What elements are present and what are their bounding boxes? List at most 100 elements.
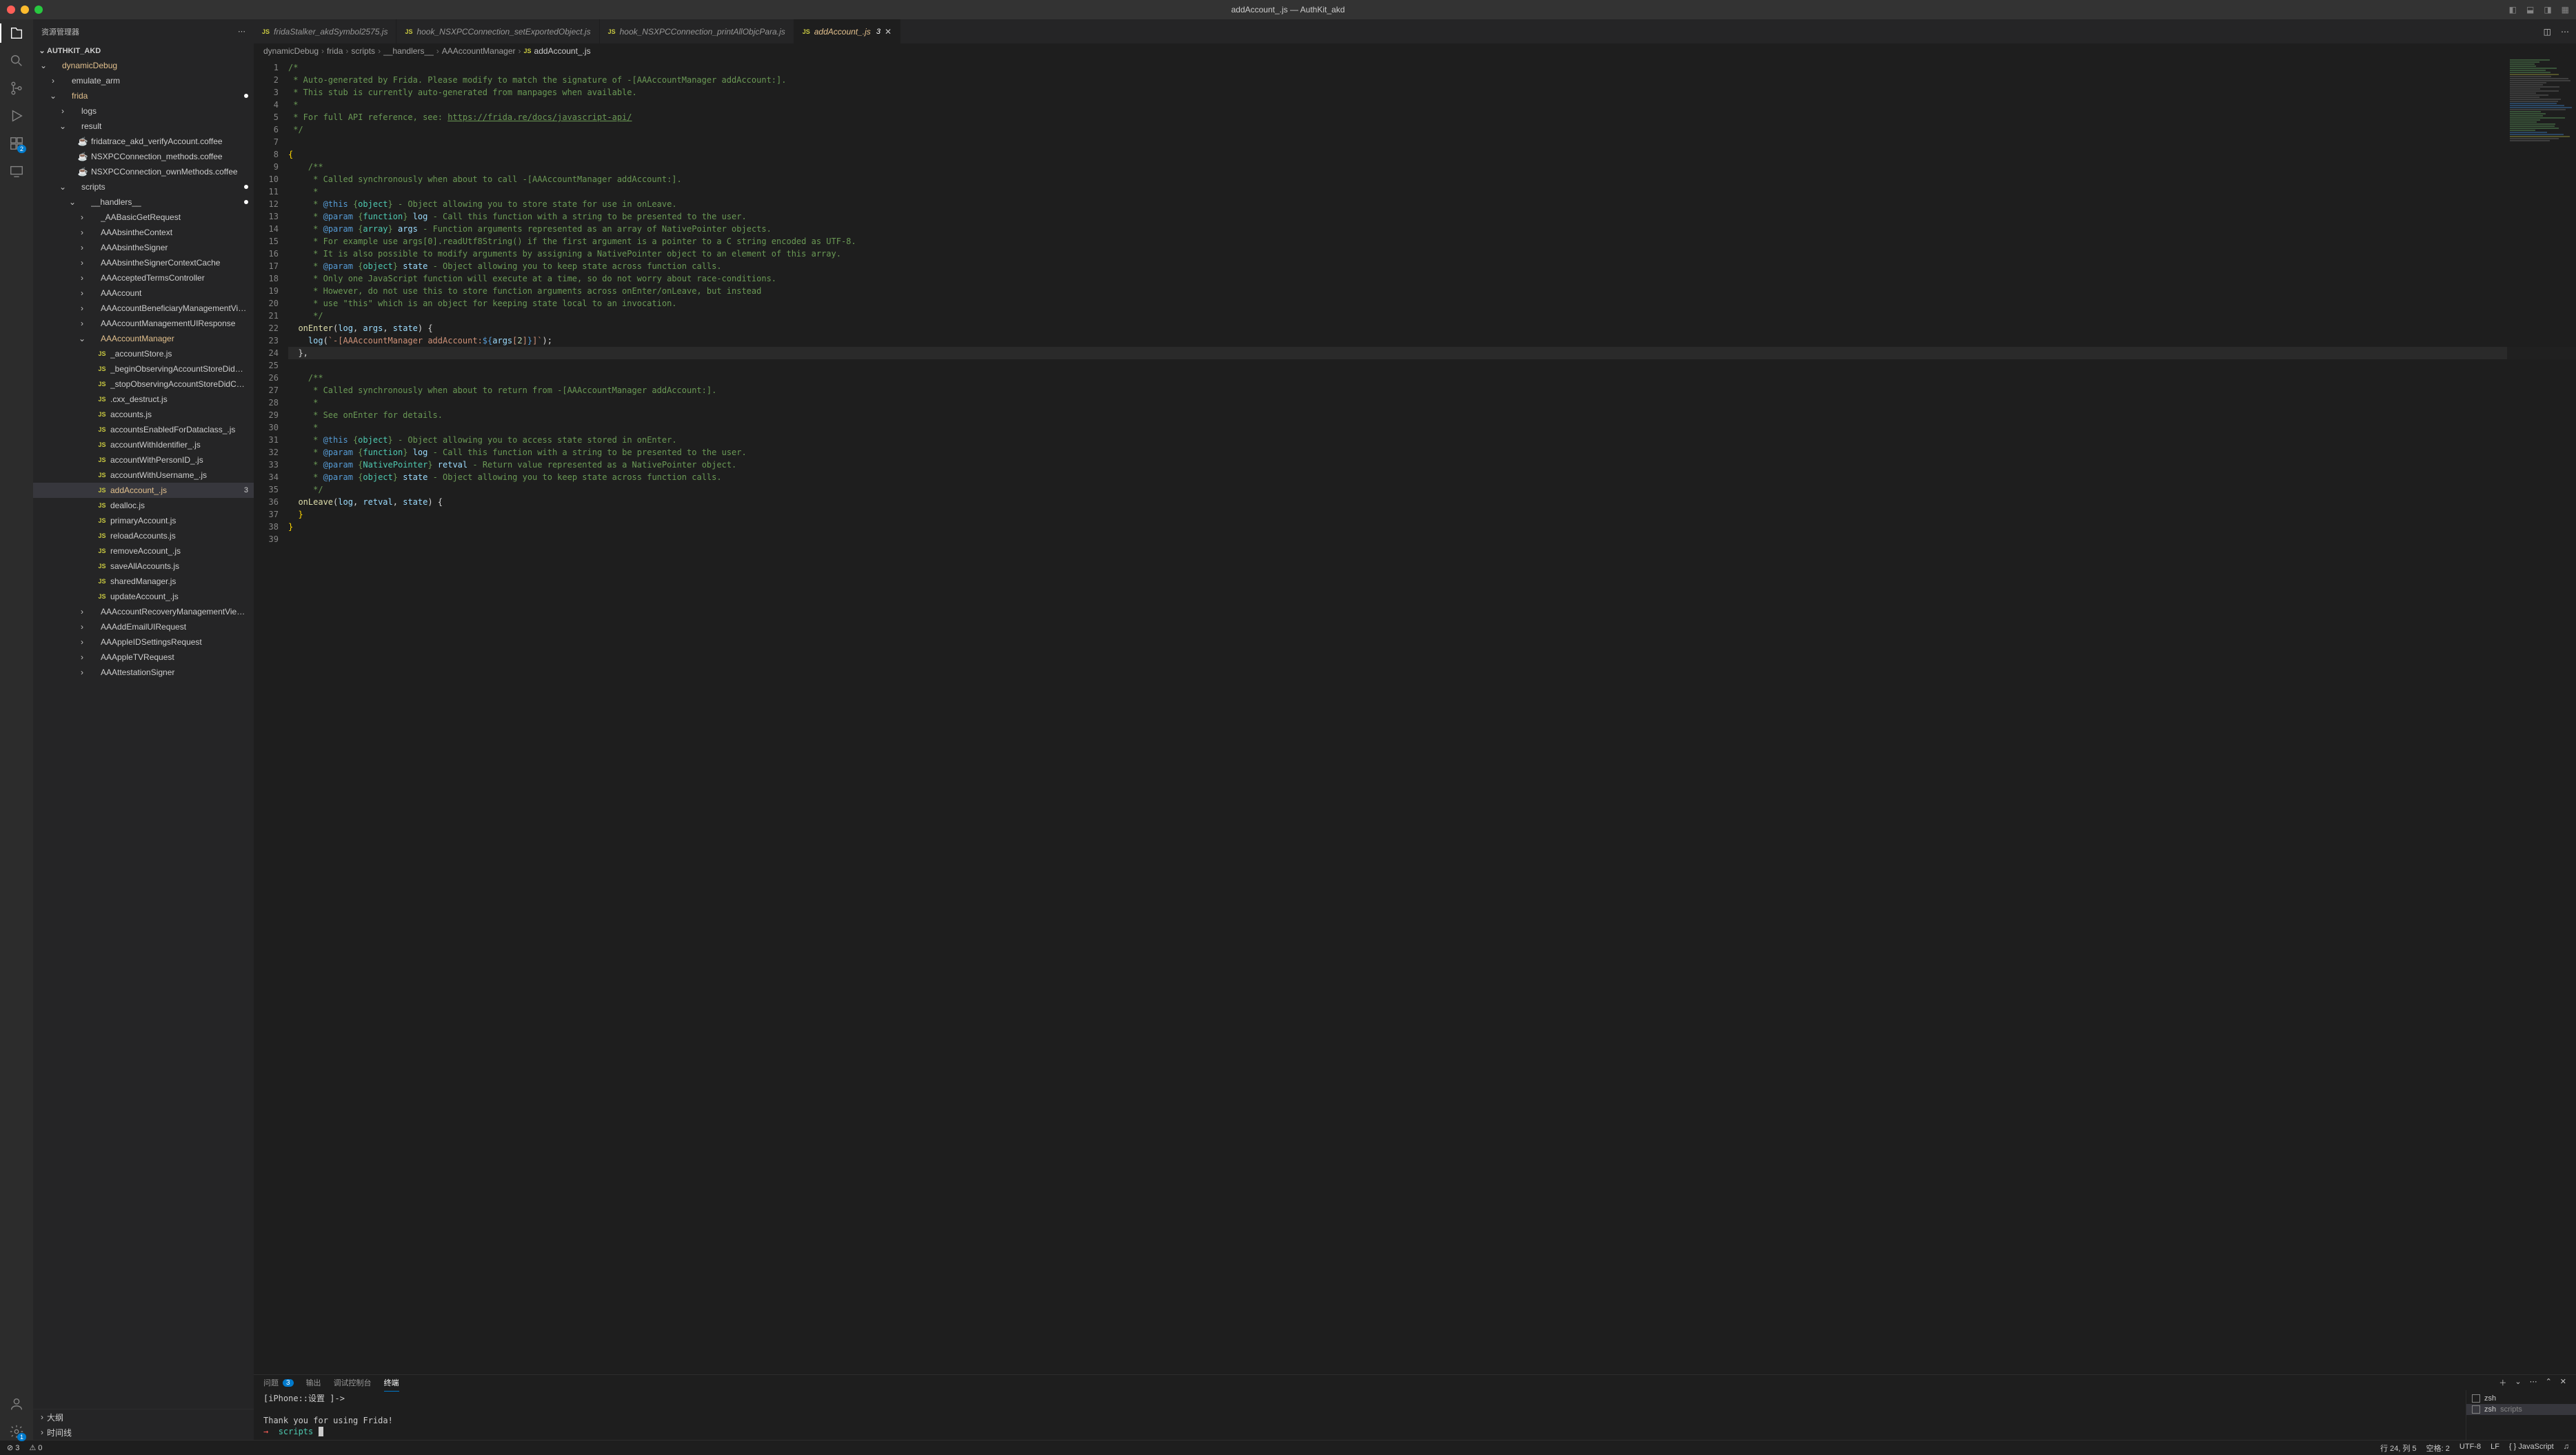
- remote-icon[interactable]: [8, 163, 25, 179]
- tree-file[interactable]: JSaccountWithIdentifier_.js: [33, 437, 254, 452]
- minimize-window[interactable]: [21, 6, 29, 14]
- tree-folder[interactable]: ›AAAbsintheContext: [33, 225, 254, 240]
- editor-tab[interactable]: JShook_NSXPCConnection_setExportedObject…: [396, 19, 599, 43]
- more-icon[interactable]: ⋯: [238, 27, 245, 36]
- tree-folder[interactable]: ⌄result: [33, 119, 254, 134]
- zoom-window[interactable]: [34, 6, 43, 14]
- panel-tab[interactable]: 输出: [306, 1377, 321, 1388]
- tree-folder[interactable]: ›AAAbsintheSigner: [33, 240, 254, 255]
- tree-file[interactable]: JSaccountsEnabledForDataclass_.js: [33, 422, 254, 437]
- tree-file[interactable]: JSaccounts.js: [33, 407, 254, 422]
- tree-file[interactable]: ☕NSXPCConnection_methods.coffee: [33, 149, 254, 164]
- tab-badge: 3: [876, 28, 881, 36]
- tree-folder[interactable]: ›logs: [33, 103, 254, 119]
- editor-tabs: JSfridaStalker_akdSymbol2575.jsJShook_NS…: [254, 19, 2576, 43]
- panel-tab[interactable]: 终端: [384, 1377, 399, 1392]
- tree-folder[interactable]: ⌄frida: [33, 88, 254, 103]
- status-cursor[interactable]: 行 24, 列 5: [2380, 1443, 2417, 1454]
- tree-file[interactable]: ☕fridatrace_akd_verifyAccount.coffee: [33, 134, 254, 149]
- layout-grid-icon[interactable]: ▦: [2562, 5, 2569, 14]
- status-language[interactable]: { } JavaScript: [2509, 1443, 2554, 1454]
- terminal-instance[interactable]: zsh scripts: [2466, 1404, 2576, 1415]
- tree-file[interactable]: JS_stopObservingAccountStoreDidCha_d402e…: [33, 377, 254, 392]
- code-area[interactable]: /* * Auto-generated by Frida. Please mod…: [288, 59, 2576, 1374]
- tree-folder[interactable]: ›AAAccount: [33, 285, 254, 301]
- explorer-icon[interactable]: [8, 25, 25, 41]
- project-header[interactable]: ⌄ AUTHKIT_AKD: [33, 45, 254, 57]
- breadcrumb-item[interactable]: frida: [327, 46, 343, 56]
- panel-maximize-icon[interactable]: ⌃: [2546, 1377, 2552, 1388]
- more-actions-icon[interactable]: ⋯: [2561, 27, 2569, 37]
- breadcrumb-item[interactable]: dynamicDebug: [263, 46, 319, 56]
- tree-file[interactable]: JSaddAccount_.js3: [33, 483, 254, 498]
- tree-file[interactable]: JS_accountStore.js: [33, 346, 254, 361]
- panel-close-icon[interactable]: ✕: [2560, 1377, 2566, 1388]
- status-warnings[interactable]: ⚠ 0: [29, 1443, 42, 1452]
- tree-file[interactable]: JSremoveAccount_.js: [33, 543, 254, 559]
- outline-section[interactable]: › 大纲: [33, 1409, 254, 1425]
- tree-folder[interactable]: ›_AABasicGetRequest: [33, 210, 254, 225]
- tree-folder[interactable]: ›AAAppleIDSettingsRequest: [33, 634, 254, 650]
- tree-folder[interactable]: ⌄scripts: [33, 179, 254, 194]
- tree-file[interactable]: JSreloadAccounts.js: [33, 528, 254, 543]
- search-icon[interactable]: [8, 52, 25, 69]
- terminal[interactable]: [iPhone::设置 ]-> Thank you for using Frid…: [254, 1390, 2466, 1440]
- tree-file[interactable]: JSprimaryAccount.js: [33, 513, 254, 528]
- panel-more-icon[interactable]: ⋯: [2530, 1377, 2537, 1388]
- tree-folder[interactable]: ›AAAttestationSigner: [33, 665, 254, 680]
- terminal-instance[interactable]: zsh: [2466, 1393, 2576, 1404]
- tree-file[interactable]: JS.cxx_destruct.js: [33, 392, 254, 407]
- editor-tab[interactable]: JShook_NSXPCConnection_printAllObjcPara.…: [600, 19, 794, 43]
- new-terminal-icon[interactable]: ＋: [2499, 1377, 2506, 1388]
- status-indent[interactable]: 空格: 2: [2426, 1443, 2450, 1454]
- tree-file[interactable]: JSupdateAccount_.js: [33, 589, 254, 604]
- breadcrumb-item[interactable]: AAAccountManager: [442, 46, 516, 56]
- breadcrumb-item[interactable]: scripts: [351, 46, 375, 56]
- tree-folder[interactable]: ›AAAccountManagementUIResponse: [33, 316, 254, 331]
- terminal-dropdown-icon[interactable]: ⌄: [2515, 1377, 2521, 1388]
- breadcrumbs[interactable]: dynamicDebug›frida›scripts›__handlers__›…: [254, 43, 2576, 59]
- tree-file[interactable]: JS_beginObservingAccountStoreDidCh_cb0c1…: [33, 361, 254, 377]
- tree-folder[interactable]: ⌄AAAccountManager: [33, 331, 254, 346]
- layout-left-icon[interactable]: ◧: [2509, 5, 2517, 14]
- editor-tab[interactable]: JSfridaStalker_akdSymbol2575.js: [254, 19, 396, 43]
- tree-folder[interactable]: ⌄__handlers__: [33, 194, 254, 210]
- tree-folder[interactable]: ›AAAbsintheSignerContextCache: [33, 255, 254, 270]
- tree-folder[interactable]: ›AAAppleTVRequest: [33, 650, 254, 665]
- panel-tab[interactable]: 问题3: [263, 1377, 294, 1388]
- tree-folder[interactable]: ›emulate_arm: [33, 73, 254, 88]
- tree-file[interactable]: JSdealloc.js: [33, 498, 254, 513]
- code-line: * Called synchronously when about to cal…: [288, 173, 2576, 185]
- extensions-icon[interactable]: 2: [8, 135, 25, 152]
- tree-file[interactable]: JSaccountWithPersonID_.js: [33, 452, 254, 468]
- status-encoding[interactable]: UTF-8: [2459, 1443, 2481, 1454]
- layout-bottom-icon[interactable]: ⬓: [2526, 5, 2534, 14]
- account-icon[interactable]: [8, 1396, 25, 1412]
- layout-right-icon[interactable]: ◨: [2544, 5, 2551, 14]
- editor-tab[interactable]: JSaddAccount_.js3✕: [794, 19, 900, 43]
- run-debug-icon[interactable]: [8, 108, 25, 124]
- close-window[interactable]: [7, 6, 15, 14]
- settings-icon[interactable]: 1: [8, 1423, 25, 1440]
- breadcrumb-item[interactable]: __handlers__: [383, 46, 434, 56]
- chevron-down-icon: ⌄: [48, 91, 58, 101]
- status-feedback-icon[interactable]: ♫: [2564, 1443, 2569, 1454]
- tree-folder[interactable]: ›AAAccountRecoveryManagementViewModel: [33, 604, 254, 619]
- tree-folder[interactable]: ⌄dynamicDebug: [33, 58, 254, 73]
- tree-folder[interactable]: ›AAAccountBeneficiaryManagementViewModel: [33, 301, 254, 316]
- status-eol[interactable]: LF: [2491, 1443, 2499, 1454]
- close-tab-icon[interactable]: ✕: [885, 27, 892, 37]
- split-editor-icon[interactable]: ◫: [2544, 27, 2551, 37]
- minimap[interactable]: [2507, 59, 2576, 1374]
- tree-file[interactable]: JSsharedManager.js: [33, 574, 254, 589]
- tree-file[interactable]: JSaccountWithUsername_.js: [33, 468, 254, 483]
- panel-tab[interactable]: 调试控制台: [334, 1377, 372, 1388]
- status-errors[interactable]: ⊘ 3: [7, 1443, 19, 1452]
- tree-file[interactable]: JSsaveAllAccounts.js: [33, 559, 254, 574]
- source-control-icon[interactable]: [8, 80, 25, 97]
- tree-file[interactable]: ☕NSXPCConnection_ownMethods.coffee: [33, 164, 254, 179]
- breadcrumb-item[interactable]: addAccount_.js: [534, 46, 591, 56]
- timeline-section[interactable]: › 时间线: [33, 1425, 254, 1440]
- tree-folder[interactable]: ›AAAcceptedTermsController: [33, 270, 254, 285]
- tree-folder[interactable]: ›AAAddEmailUIRequest: [33, 619, 254, 634]
